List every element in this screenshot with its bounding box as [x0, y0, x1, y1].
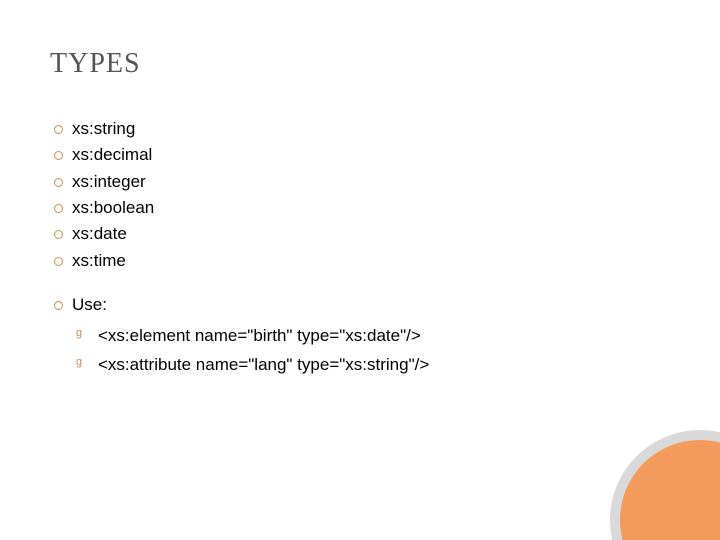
example-item: <xs:element name="birth" type="xs:date"/… [76, 322, 670, 351]
list-item: xs:string [50, 116, 670, 142]
example-list: <xs:element name="birth" type="xs:date"/… [72, 322, 670, 380]
list-item: xs:integer [50, 169, 670, 195]
example-item: <xs:attribute name="lang" type="xs:strin… [76, 351, 670, 380]
spacer [50, 274, 670, 292]
list-item: xs:boolean [50, 195, 670, 221]
page-title: TYPES [50, 48, 670, 80]
list-item: xs:time [50, 248, 670, 274]
slide: TYPES xs:string xs:decimal xs:integer xs… [0, 0, 720, 540]
use-label: Use: [72, 295, 107, 314]
list-item: xs:date [50, 221, 670, 247]
decorative-circle-icon [610, 430, 720, 540]
use-section: Use: <xs:element name="birth" type="xs:d… [50, 292, 670, 380]
use-item: Use: <xs:element name="birth" type="xs:d… [50, 292, 670, 380]
list-item: xs:decimal [50, 142, 670, 168]
type-list: xs:string xs:decimal xs:integer xs:boole… [50, 116, 670, 274]
